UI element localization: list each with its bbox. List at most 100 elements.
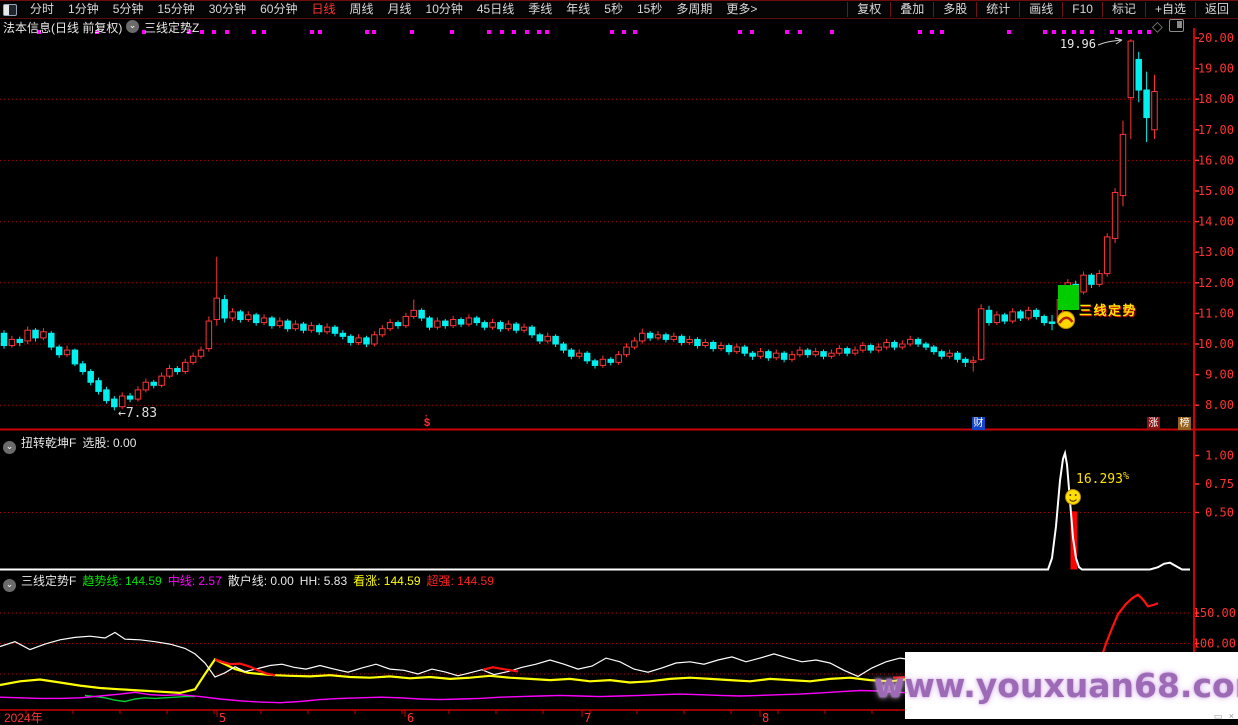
- corner-mini-icons[interactable]: ▭ ×: [1214, 711, 1236, 722]
- bottom-axis-label: 100.00: [1193, 637, 1236, 651]
- candle-body: [1119, 133, 1127, 197]
- high-arrow: [1097, 37, 1123, 46]
- main-candlestick-chart[interactable]: 三线定势←7.8319.96 20.0019.0018.0017.0016.001…: [0, 28, 1238, 431]
- candle-body: [465, 317, 473, 325]
- toolbar-button-4[interactable]: 画线: [1019, 2, 1062, 17]
- candle-body: [670, 335, 678, 340]
- candle-body: [765, 351, 772, 359]
- candle-body: [434, 320, 441, 328]
- period-tab-14[interactable]: 15秒: [630, 2, 669, 17]
- main-indicator-name[interactable]: 三线定势Z: [144, 19, 199, 36]
- candle-body: [386, 322, 394, 330]
- candle-body: [181, 361, 189, 373]
- bottom-field-2: 散户线: 0.00: [227, 574, 294, 588]
- period-tab-12[interactable]: 年线: [559, 2, 597, 17]
- chart-badge-$[interactable]: ↑ $: [422, 412, 432, 430]
- chart-badge-涨[interactable]: 涨: [1147, 417, 1160, 430]
- panel-layout-icon[interactable]: [1168, 19, 1184, 32]
- candle-body: [962, 358, 969, 363]
- candle-body: [859, 345, 867, 351]
- face-circle: [1065, 489, 1081, 505]
- bottom-field-1: 中线: 2.57: [167, 574, 222, 588]
- price-axis-label: 15.00: [1198, 184, 1234, 198]
- toolbar-actions: 复权 叠加 多股 统计 画线 F10 标记 +自选 返回: [847, 1, 1238, 18]
- bottom-field-4: 看涨: 144.59: [353, 574, 421, 588]
- candle-body: [544, 335, 551, 342]
- toolbar-button-2[interactable]: 多股: [933, 2, 976, 17]
- toolbar-button-1[interactable]: 叠加: [890, 2, 933, 17]
- watermark-text: www.youxuan68.com: [873, 666, 1238, 705]
- mid-panel-collapse-icon[interactable]: ⌄: [3, 441, 16, 454]
- period-tab-16[interactable]: 更多>: [719, 2, 764, 17]
- signal-label: 三线定势: [1079, 303, 1137, 318]
- period-tab-2[interactable]: 5分钟: [106, 2, 151, 17]
- candle-body: [772, 352, 780, 359]
- candle-body: [985, 309, 993, 324]
- candle-body: [1135, 58, 1142, 91]
- bottom-indicator-name[interactable]: 三线定势F: [21, 574, 76, 588]
- smiley-icon: [1065, 489, 1081, 505]
- toolbar-button-7[interactable]: +自选: [1144, 2, 1195, 17]
- period-tab-0[interactable]: 分时: [23, 2, 61, 17]
- candle-body: [166, 367, 173, 377]
- period-tab-8[interactable]: 月线: [381, 2, 419, 17]
- mid-axis-label: 0.75: [1205, 477, 1234, 491]
- candle-body: [1025, 309, 1032, 319]
- period-tab-11[interactable]: 季线: [521, 2, 559, 17]
- candle-body: [914, 338, 922, 345]
- toolbar-button-3[interactable]: 统计: [976, 2, 1019, 17]
- trading-app-window: 分时 1分钟 5分钟 15分钟 30分钟 60分钟 日线 周线 月线 10分钟 45日线 季线 年线 5秒…: [0, 0, 1238, 725]
- candle-body: [355, 337, 362, 343]
- candle-body: [583, 352, 591, 362]
- candle-body: [678, 335, 685, 343]
- price-axis-label: 14.00: [1198, 215, 1234, 229]
- candle-body: [103, 389, 110, 402]
- diamond-icon[interactable]: ◇: [1152, 18, 1163, 34]
- candle-body: [1103, 236, 1111, 275]
- candle-body: [1040, 315, 1048, 324]
- layout-toggle-icon[interactable]: [3, 3, 17, 16]
- candle-body: [252, 314, 260, 324]
- period-tab-10[interactable]: 45日线: [470, 2, 521, 17]
- toolbar-button-6[interactable]: 标记: [1101, 2, 1145, 17]
- candle-body: [851, 349, 859, 354]
- period-tab-3[interactable]: 15分钟: [150, 2, 201, 17]
- period-tabs: 分时 1分钟 5分钟 15分钟 30分钟 60分钟 日线 周线 月线 10分钟 45日线 季线 年线 5秒…: [23, 2, 764, 17]
- candle-body: [394, 322, 402, 327]
- candle-body: [820, 351, 827, 357]
- strong-line-red: [482, 666, 519, 673]
- date-month-label: 8: [762, 711, 769, 725]
- candle-body: [1048, 321, 1056, 324]
- buy-signal-marker: [1058, 285, 1079, 310]
- period-tab-9[interactable]: 10分钟: [419, 2, 470, 17]
- price-axis-label: 19.00: [1198, 62, 1234, 76]
- candle-body: [142, 381, 150, 391]
- period-tab-1[interactable]: 1分钟: [61, 2, 106, 17]
- candle-body: [843, 348, 851, 354]
- candle-body: [32, 329, 39, 339]
- period-tab-13[interactable]: 5秒: [597, 2, 630, 17]
- candle-body: [899, 343, 906, 348]
- period-tab-7[interactable]: 周线: [342, 2, 380, 17]
- toolbar-button-0[interactable]: 复权: [847, 2, 890, 17]
- period-tab-5[interactable]: 60分钟: [253, 2, 304, 17]
- toolbar-button-8[interactable]: 返回: [1194, 2, 1238, 17]
- watermark-box: www.youxuan68.com: [874, 652, 1238, 719]
- mid-indicator-name[interactable]: 扭转乾坤F: [21, 436, 76, 450]
- bottom-panel-collapse-icon[interactable]: ⌄: [3, 579, 16, 592]
- toolbar-button-5[interactable]: F10: [1062, 2, 1102, 17]
- candle-body: [1127, 40, 1135, 99]
- period-tab-15[interactable]: 多周期: [669, 2, 719, 17]
- candle-body: [512, 323, 520, 331]
- date-month-label: 5: [219, 711, 226, 725]
- period-tab-4[interactable]: 30分钟: [202, 2, 253, 17]
- candle-body: [725, 345, 733, 353]
- chart-badge-榜[interactable]: 榜: [1178, 417, 1191, 430]
- candle-body: [867, 345, 875, 351]
- indicator-collapse-icon[interactable]: ⌄: [126, 20, 139, 33]
- period-tab-6[interactable]: 日线: [304, 2, 342, 17]
- candle-body: [150, 381, 157, 386]
- candle-body: [308, 325, 315, 331]
- chart-badge-财[interactable]: 财: [972, 417, 985, 430]
- mid-indicator-panel[interactable]: 16.293% 1.00 0.75 0.50: [0, 431, 1238, 572]
